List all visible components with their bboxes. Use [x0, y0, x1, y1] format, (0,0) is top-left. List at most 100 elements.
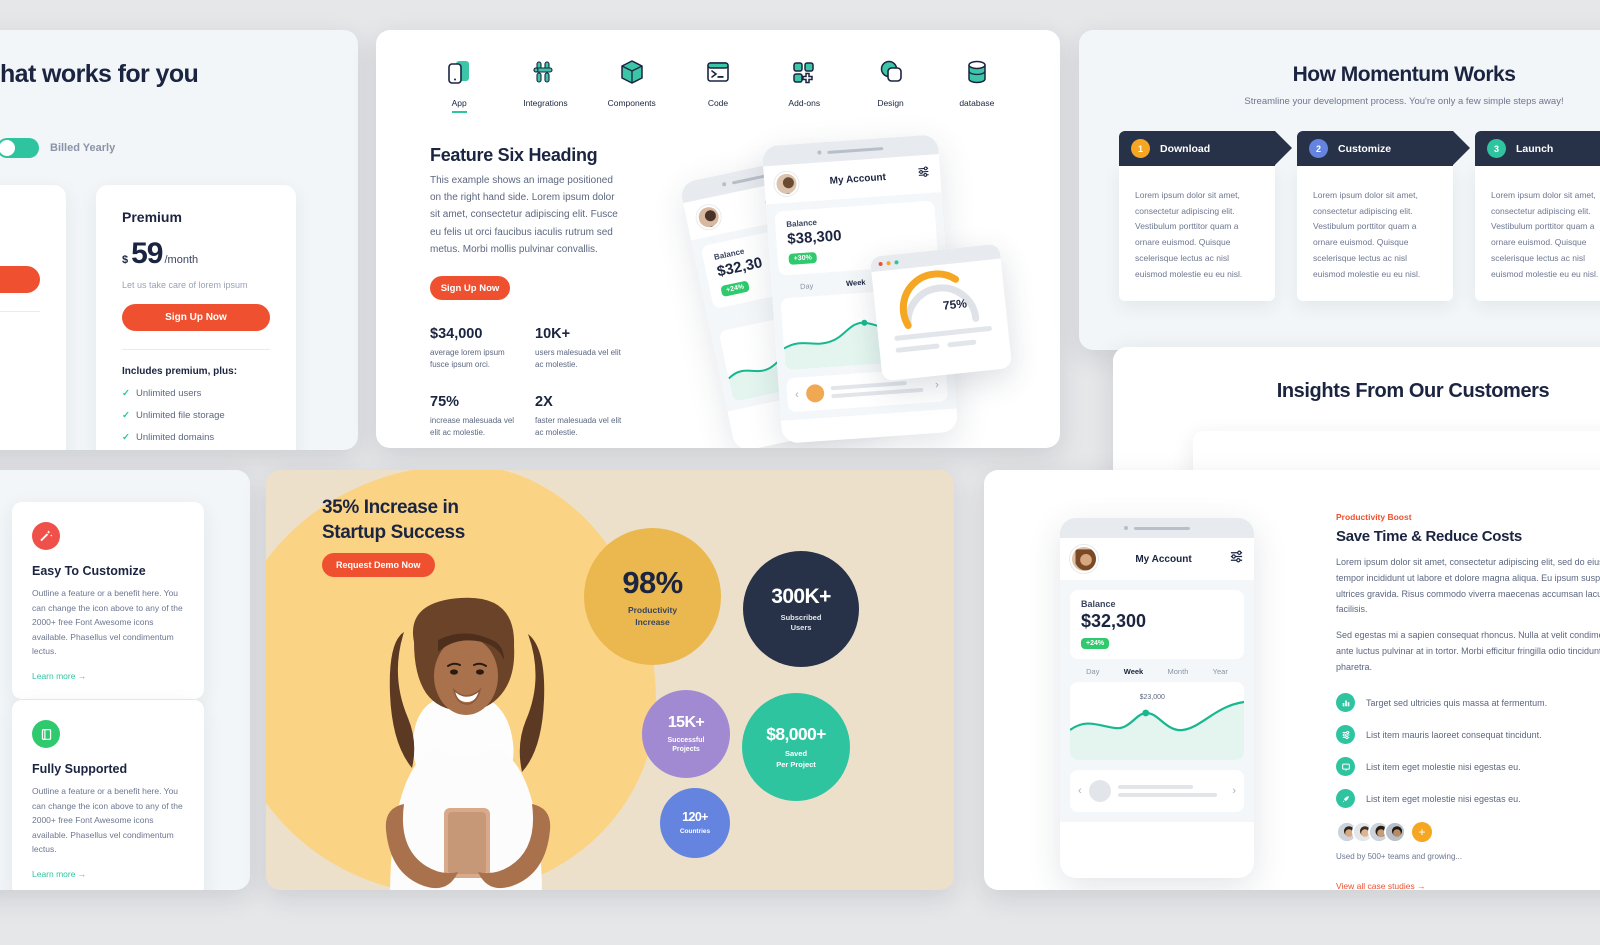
gauge-value: 75%	[942, 296, 968, 313]
list-item: List item eget molestie nisi egestas eu.	[1336, 757, 1600, 777]
tab-month[interactable]: Month	[1168, 667, 1189, 676]
plan-feature-label: Unlimited file storage	[135, 410, 225, 421]
cube-icon	[619, 55, 645, 89]
nav-label: Add-ons	[788, 98, 821, 108]
camera-dot	[817, 150, 822, 155]
stat-bubble-subscribers: 300K+ Subscribed Users	[743, 551, 859, 667]
feature-card: Fully Supported Outline a feature or a b…	[12, 700, 204, 890]
bubble-label: Successful Projects	[667, 736, 705, 753]
signup-button[interactable]: Sign Up Now	[122, 304, 270, 331]
plan-includes-label: plus:	[0, 328, 40, 339]
carousel-card[interactable]: ‹ ›	[1070, 770, 1244, 812]
terminal-icon	[705, 55, 731, 89]
nav-item-addons[interactable]: Add-ons	[765, 55, 843, 113]
placeholder-lines	[1117, 781, 1226, 801]
nav-item-code[interactable]: Code	[679, 55, 757, 113]
plan-feature: ✓ Unlimited users	[122, 388, 270, 399]
step-name: Customize	[1338, 142, 1392, 155]
bubble-value: $8,000+	[766, 724, 826, 745]
pricing-card-premium: Premium $ 59 /month Let us take care of …	[96, 185, 296, 450]
billing-toggle-label: Billed Yearly	[50, 142, 116, 154]
divider	[122, 349, 270, 350]
nav-item-design[interactable]: Design	[852, 55, 930, 113]
learn-more-link[interactable]: Learn more →	[32, 869, 184, 879]
chevron-left-icon[interactable]: ‹	[1078, 785, 1082, 797]
section-subtitle: Streamline your development process. You…	[1244, 96, 1564, 107]
stat-bubble-countries: 120+ Countries	[660, 788, 730, 858]
addons-grid-icon	[791, 55, 817, 89]
tab-week[interactable]: Week	[1124, 667, 1143, 676]
gauge-browser-card: 75%	[869, 243, 1013, 382]
check-icon: ✓	[122, 388, 130, 399]
plan-feature: ✓ Unlimited file storage	[122, 410, 270, 421]
avatar	[694, 202, 723, 232]
camera-dot	[721, 181, 727, 187]
plan-feature: ng	[0, 416, 40, 427]
step-name: Download	[1160, 142, 1211, 155]
plan-price: $ nth	[0, 221, 40, 233]
stat-value: $34,000	[430, 326, 483, 342]
pricing-panel: hat works for you Billed Yearly $ nth fo…	[0, 30, 358, 450]
pricing-title: hat works for you	[0, 60, 199, 88]
feature-card-title: Fully Supported	[32, 762, 128, 776]
signup-button[interactable]: gn Up Now	[0, 266, 40, 293]
settings-sliders-icon[interactable]	[1229, 549, 1244, 569]
add-member-button[interactable]: +	[1412, 822, 1432, 843]
toggle-knob	[0, 140, 15, 156]
speaker-bar	[1134, 526, 1190, 530]
bubble-label: Productivity Increase	[627, 605, 678, 627]
section-title: How Momentum Works	[1292, 63, 1516, 86]
nav-item-database[interactable]: database	[938, 55, 1016, 113]
feature-card: Easy To Customize Outline a feature or a…	[12, 502, 204, 700]
billing-toggle[interactable]	[0, 138, 39, 158]
feature-signup-button[interactable]: Sign Up Now	[430, 276, 510, 300]
nav-item-app[interactable]: App	[420, 55, 498, 113]
chevron-right-icon[interactable]: ›	[935, 379, 940, 391]
bubble-label: Subscribed Users	[780, 612, 822, 632]
period-tabs[interactable]: Day Week Month Year	[1070, 659, 1244, 682]
chevron-right-icon[interactable]: ›	[1232, 785, 1236, 797]
avatar-group: +	[1336, 821, 1600, 844]
plan-subtitle: Let us take care of lorem ipsum	[122, 280, 248, 290]
request-demo-button[interactable]: Request Demo Now	[322, 553, 435, 577]
plan-name: Premium	[122, 209, 182, 225]
benefit-list: Target sed ultricies quis massa at ferme…	[1336, 693, 1600, 809]
tab-year[interactable]: Year	[1213, 667, 1228, 676]
balance-chart: $23,000	[1070, 682, 1244, 760]
tab-day[interactable]: Day	[1086, 667, 1099, 676]
steps-row: 1 Download Lorem ipsum dolor sit amet, c…	[1079, 107, 1600, 301]
chevron-left-icon[interactable]: ‹	[795, 389, 800, 401]
account-title: My Account	[1135, 553, 1192, 565]
camera-dot	[1124, 526, 1128, 530]
gauge: 75%	[871, 258, 1007, 337]
plan-includes-label: Includes premium, plus:	[122, 366, 238, 377]
bubble-value: 300K+	[771, 584, 831, 608]
case-studies-link[interactable]: View all case studies →	[1336, 881, 1600, 890]
plan-feature: pport	[0, 394, 40, 405]
stat-item: 2X faster malesuada vel elit ac molestie.	[535, 394, 640, 440]
magic-wand-icon	[32, 522, 60, 550]
plan-feature-label: Unlimited users	[135, 388, 202, 399]
settings-sliders-icon[interactable]	[917, 165, 931, 184]
avatar	[1070, 545, 1098, 573]
infographic-title: 35% Increase in Startup Success	[322, 497, 465, 544]
stat-label: average lorem ipsum fusce ipsum orci.	[430, 348, 505, 370]
learn-more-link[interactable]: Learn more →	[32, 671, 184, 681]
nav-item-integrations[interactable]: Integrations	[506, 55, 584, 113]
plan-amount: 59	[131, 237, 163, 270]
stat-item: $34,000 average lorem ipsum fusce ipsum o…	[430, 326, 535, 372]
tab-week[interactable]: Week	[846, 278, 866, 288]
billing-toggle-row[interactable]: Billed Yearly	[0, 138, 115, 158]
stat-label: users malesuada vel elit ac molestie.	[535, 348, 621, 370]
placeholder-lines	[830, 376, 929, 403]
how-it-works-panel: How Momentum Works Streamline your devel…	[1079, 30, 1600, 350]
nav-label: Components	[607, 98, 656, 108]
maximize-dot	[894, 259, 899, 265]
nav-item-components[interactable]: Components	[593, 55, 671, 113]
stat-item: 75% increase malesuada vel elit ac molest…	[430, 394, 535, 440]
tab-day[interactable]: Day	[800, 281, 814, 291]
step-body: Lorem ipsum dolor sit amet, consectetur …	[1119, 166, 1275, 301]
bubble-value: 98%	[622, 565, 683, 601]
plan-feature: ✓ Unlimited domains	[122, 432, 270, 443]
person-photo	[385, 597, 551, 890]
